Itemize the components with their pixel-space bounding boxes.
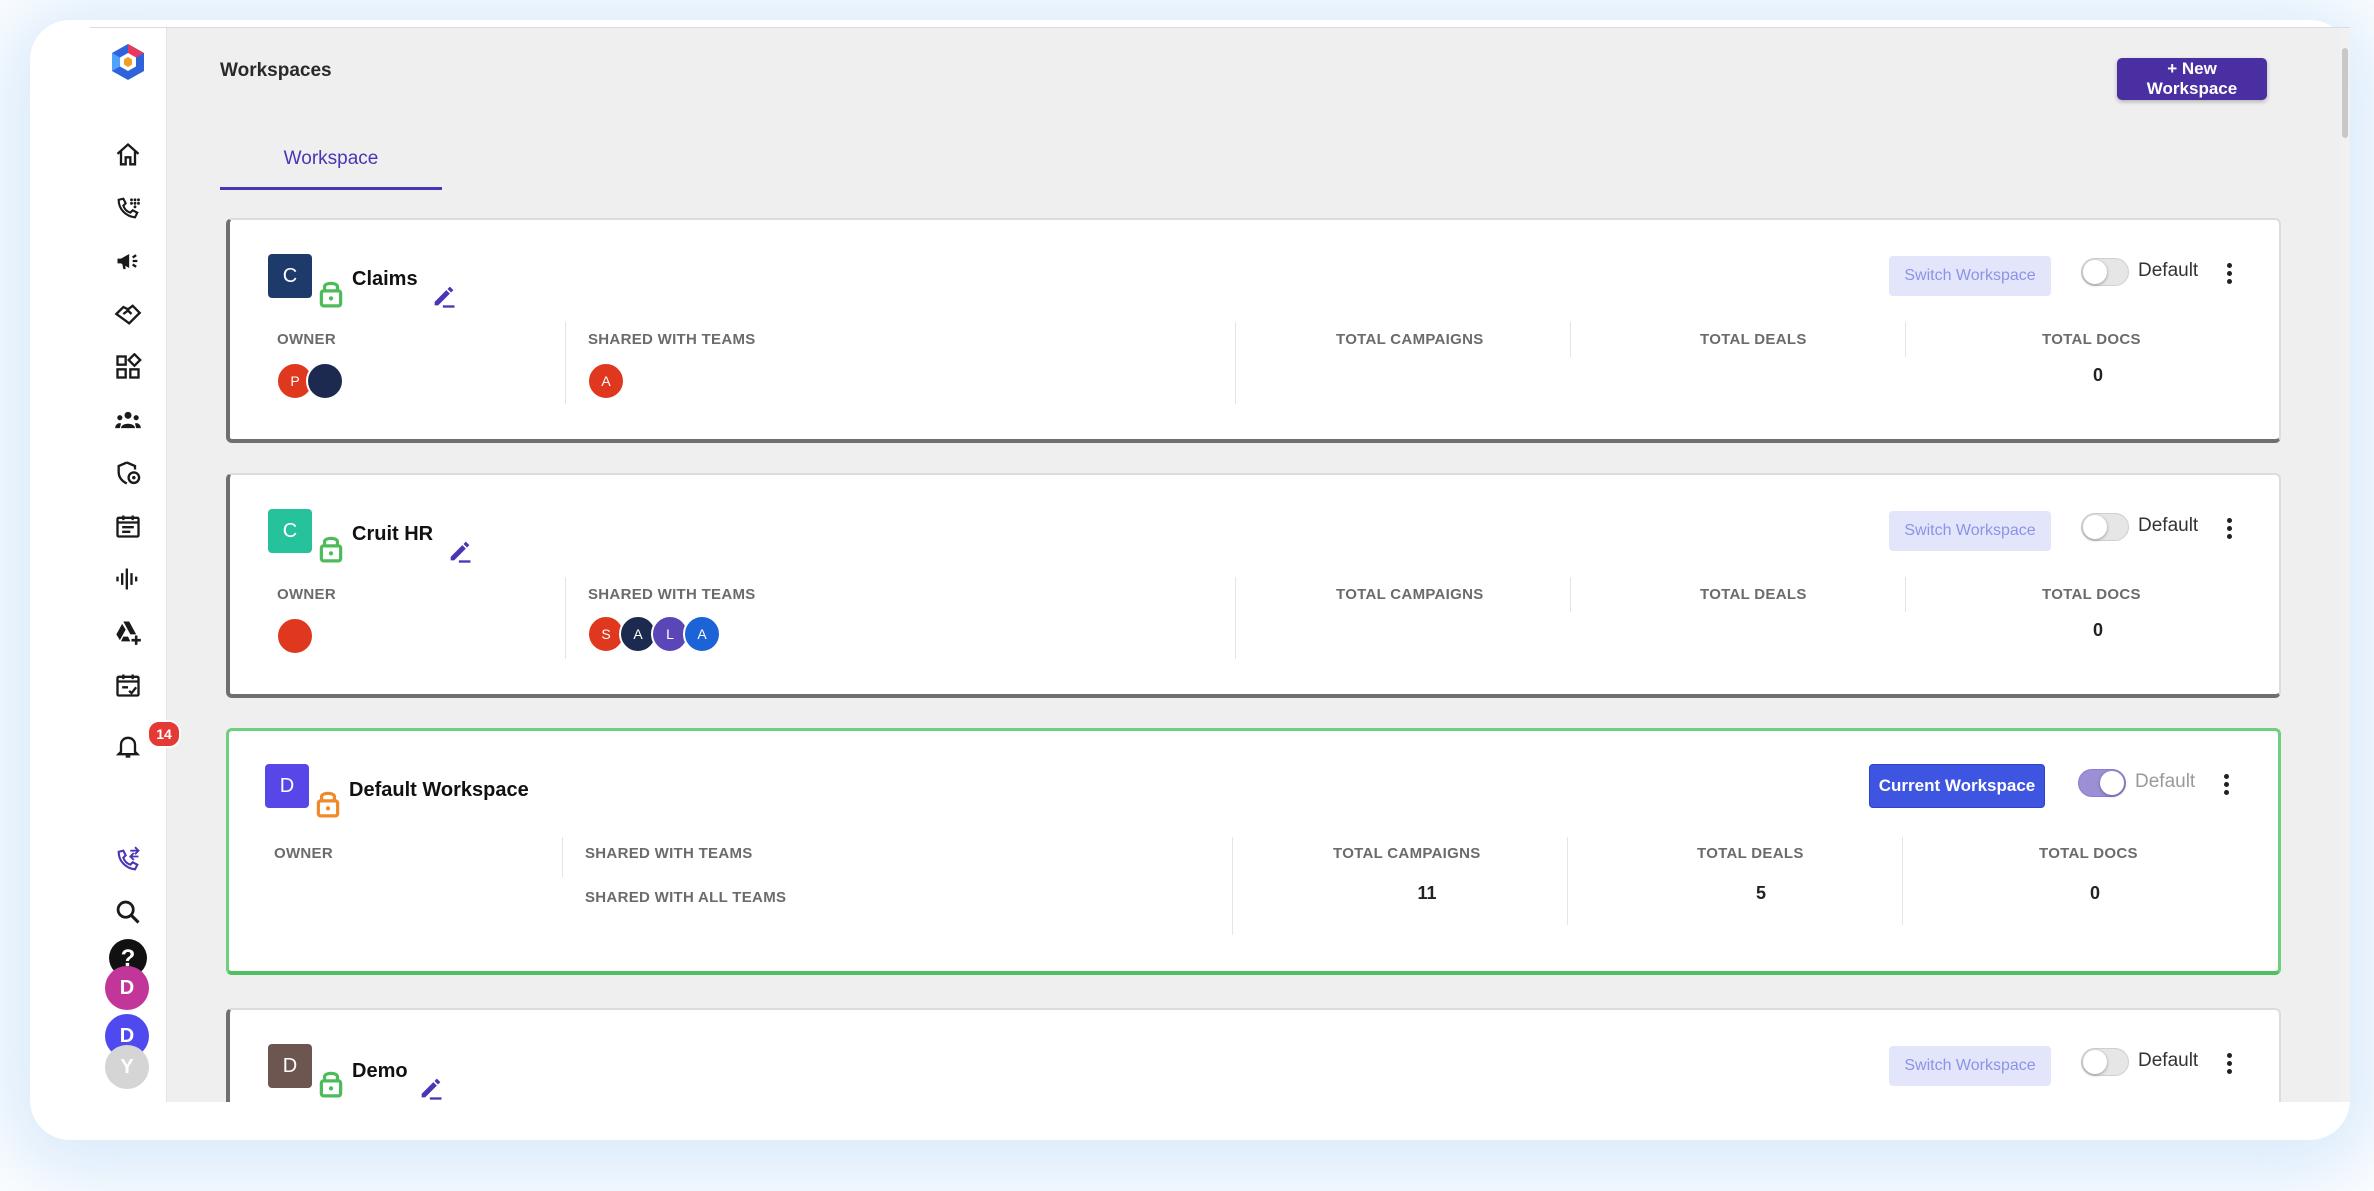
notification-badge: 14 (147, 720, 181, 748)
more-options-icon[interactable] (2223, 1050, 2235, 1080)
workspace-name: Cruit HR (352, 523, 434, 545)
total-deals-label: TOTAL DEALS (1700, 331, 1807, 348)
workspace-name: Default Workspace (349, 779, 529, 801)
calendar-check-icon[interactable] (103, 665, 153, 705)
total-campaigns-value: 11 (1417, 883, 1437, 903)
default-label: Default (2138, 260, 2199, 281)
total-docs-label: TOTAL DOCS (2039, 845, 2138, 862)
team-avatar: A (683, 615, 721, 653)
calendar-icon[interactable] (103, 506, 153, 546)
workspace-card: C Cruit HR OWNER SHARED WITH TEAMS S A L… (226, 473, 2281, 698)
lock-icon (319, 1071, 343, 1098)
lock-icon (316, 791, 340, 818)
user-avatar[interactable]: D (105, 966, 149, 1010)
apps-grid-icon[interactable] (103, 347, 153, 387)
new-workspace-button[interactable]: + New Workspace (2117, 58, 2267, 100)
column-divider (565, 577, 566, 659)
workspace-initial: C (268, 254, 312, 298)
more-options-icon[interactable] (2223, 515, 2235, 545)
owner-label: OWNER (274, 845, 333, 862)
owner-label: OWNER (277, 331, 336, 348)
security-icon[interactable] (103, 453, 153, 493)
owner-avatar (306, 362, 344, 400)
total-campaigns-label: TOTAL CAMPAIGNS (1333, 845, 1481, 862)
user-avatar[interactable]: Y (105, 1045, 149, 1089)
default-toggle[interactable] (2081, 1048, 2129, 1076)
column-divider (1235, 322, 1236, 404)
edit-icon[interactable] (417, 1074, 445, 1102)
total-deals-value: 5 (1755, 883, 1766, 903)
drive-add-icon[interactable] (103, 612, 153, 652)
bell-icon[interactable]: 14 (103, 720, 181, 766)
shared-with-teams-label: SHARED WITH TEAMS (585, 845, 753, 862)
team-icon[interactable] (103, 400, 153, 440)
workspace-initial: D (268, 1044, 312, 1088)
column-divider (1235, 577, 1236, 659)
megaphone-icon[interactable] (103, 241, 153, 281)
total-docs-value: 0 (2089, 883, 2100, 903)
more-options-icon[interactable] (2220, 771, 2232, 801)
lock-icon (319, 281, 343, 308)
more-options-icon[interactable] (2223, 260, 2235, 290)
column-divider (1905, 577, 1906, 612)
workspace-card: C Claims OWNER P SHARED WITH TEAMS A TOT… (226, 218, 2281, 443)
total-docs-value: 0 (2092, 365, 2103, 385)
default-label: Default (2138, 515, 2199, 536)
total-docs-label: TOTAL DOCS (2042, 331, 2141, 348)
search-icon[interactable] (103, 892, 153, 932)
workspace-initial: D (265, 764, 309, 808)
handshake-icon[interactable] (103, 294, 153, 334)
total-campaigns-label: TOTAL CAMPAIGNS (1336, 586, 1484, 603)
owner-label: OWNER (277, 586, 336, 603)
default-label: Default (2138, 1050, 2199, 1071)
owner-avatar (276, 617, 314, 655)
default-toggle[interactable] (2081, 258, 2129, 286)
sidebar: 14 ? D D Y (90, 28, 181, 1102)
column-divider (565, 322, 566, 404)
page-title: Workspaces (220, 60, 332, 81)
app-logo[interactable] (103, 42, 153, 82)
total-docs-value: 0 (2092, 620, 2103, 640)
workspace-card-current: D Default Workspace OWNER SHARED WITH TE… (226, 728, 2281, 975)
column-divider (1232, 837, 1233, 935)
switch-workspace-button[interactable]: Switch Workspace (1889, 256, 2051, 296)
workspace-name: Demo (352, 1060, 408, 1082)
default-toggle[interactable] (2081, 513, 2129, 541)
home-icon[interactable] (103, 135, 153, 175)
tab-workspace[interactable]: Workspace (220, 136, 442, 190)
total-campaigns-label: TOTAL CAMPAIGNS (1336, 331, 1484, 348)
scrollbar-track[interactable] (2340, 28, 2350, 1102)
app-window: 14 ? D D Y Workspaces + New Workspace Wo… (90, 27, 2350, 1102)
current-workspace-button[interactable]: Current Workspace (1869, 764, 2045, 808)
team-avatar: A (587, 362, 625, 400)
total-deals-label: TOTAL DEALS (1697, 845, 1804, 862)
total-deals-label: TOTAL DEALS (1700, 586, 1807, 603)
switch-workspace-button[interactable]: Switch Workspace (1889, 1046, 2051, 1086)
workspace-initial: C (268, 509, 312, 553)
shared-with-teams-label: SHARED WITH TEAMS (588, 331, 756, 348)
dialpad-icon[interactable] (103, 188, 153, 228)
column-divider (1905, 322, 1906, 357)
phone-forward-icon[interactable] (103, 840, 153, 880)
column-divider (1567, 837, 1568, 925)
lock-icon (319, 536, 343, 563)
shared-with-teams-label: SHARED WITH TEAMS (588, 586, 756, 603)
total-docs-label: TOTAL DOCS (2042, 586, 2141, 603)
workspace-name: Claims (352, 268, 418, 290)
workspace-card: D Demo Switch Workspace Default (226, 1008, 2281, 1102)
scrollbar-thumb[interactable] (2342, 48, 2348, 138)
edit-icon[interactable] (446, 537, 474, 565)
shared-with-all-teams-text: SHARED WITH ALL TEAMS (585, 889, 787, 906)
edit-icon[interactable] (430, 282, 458, 310)
default-label: Default (2135, 771, 2196, 792)
audio-wave-icon[interactable] (103, 559, 153, 599)
default-toggle[interactable] (2078, 769, 2126, 797)
column-divider (562, 837, 563, 877)
switch-workspace-button[interactable]: Switch Workspace (1889, 511, 2051, 551)
column-divider (1570, 322, 1571, 357)
column-divider (1902, 837, 1903, 925)
column-divider (1570, 577, 1571, 612)
